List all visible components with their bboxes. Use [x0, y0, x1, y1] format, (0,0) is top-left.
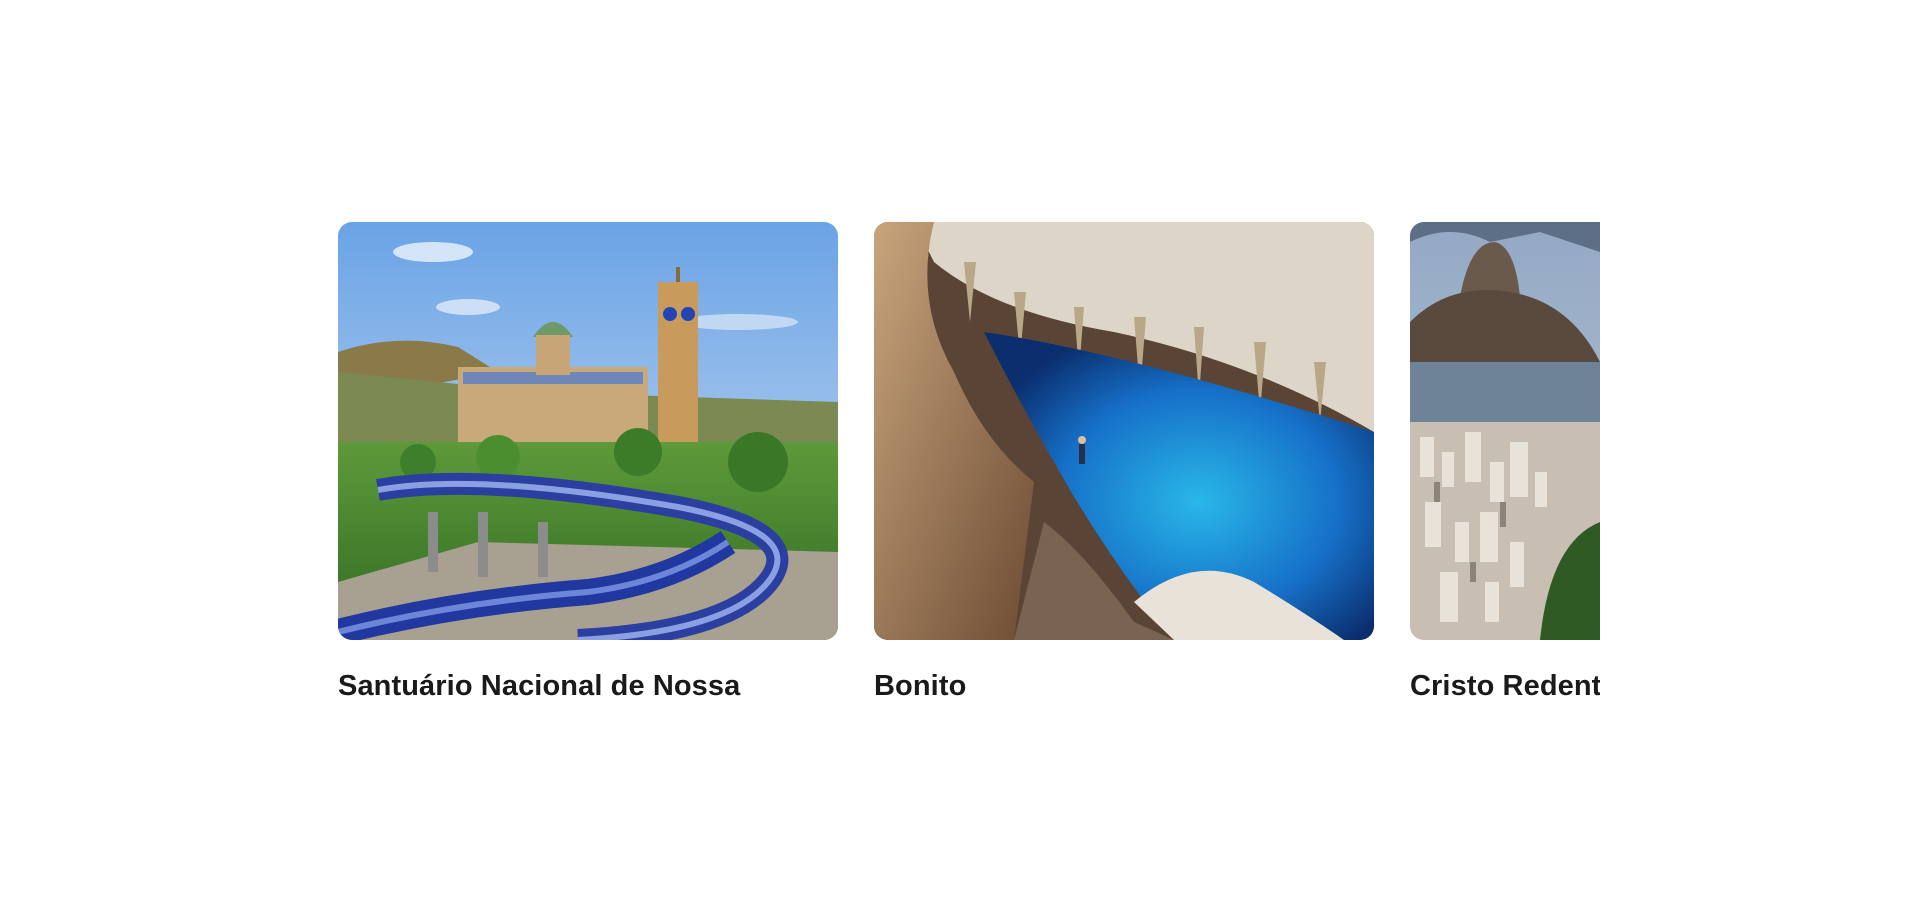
destination-card-bonito[interactable]: Bonito — [874, 222, 1374, 703]
blue-lake-cave-photo[interactable] — [874, 222, 1374, 640]
destination-title[interactable]: Santuário Nacional de Nossa — [338, 670, 838, 703]
destination-title[interactable]: Cristo Redentor — [1410, 670, 1600, 703]
rio-sugarloaf-photo[interactable] — [1410, 222, 1600, 640]
destination-card-santuario[interactable]: Santuário Nacional de Nossa — [338, 222, 838, 703]
basilica-aparecida-photo[interactable] — [338, 222, 838, 640]
destination-title[interactable]: Bonito — [874, 670, 1374, 703]
carousel-track: Santuário Nacional de Nossa Bonito Crist… — [338, 222, 1600, 703]
destinations-carousel[interactable]: Santuário Nacional de Nossa Bonito Crist… — [338, 222, 1600, 722]
destination-card-cristo[interactable]: Cristo Redentor — [1410, 222, 1600, 703]
